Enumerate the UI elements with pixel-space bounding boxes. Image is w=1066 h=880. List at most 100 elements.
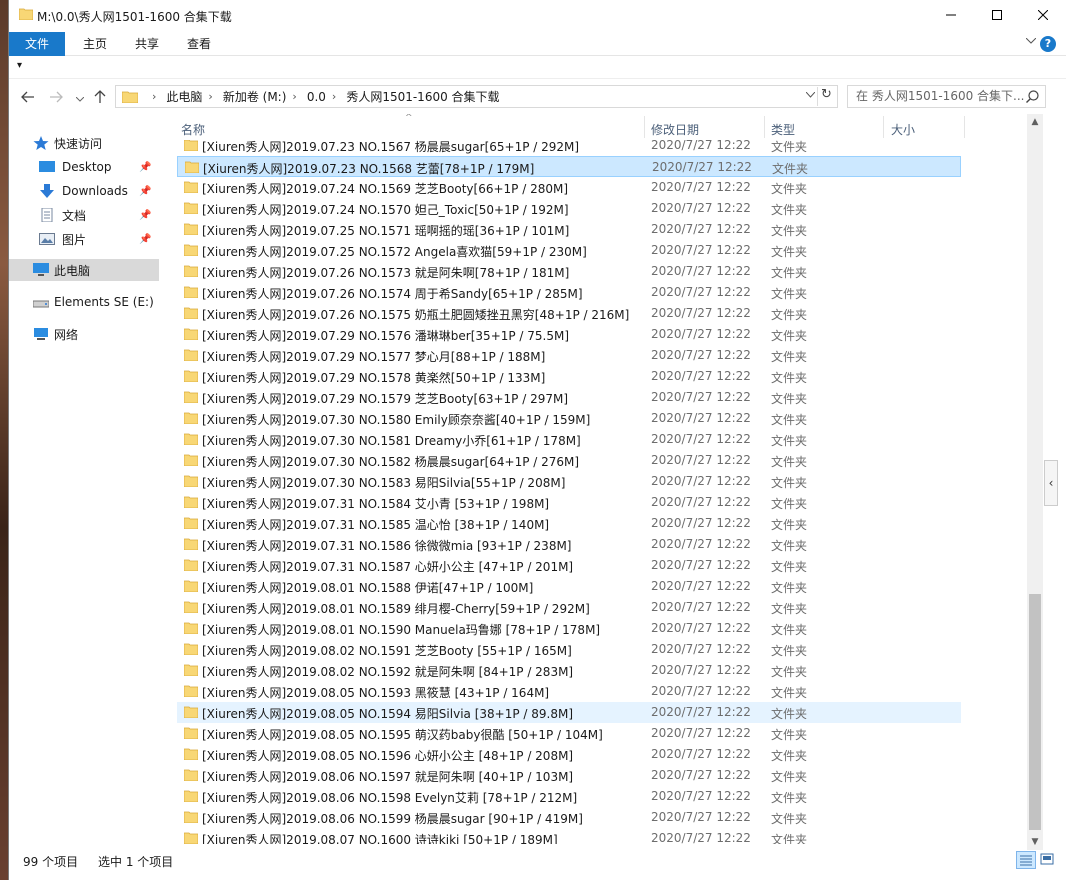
computer-icon	[33, 263, 49, 276]
folder-icon	[184, 769, 198, 781]
breadcrumb-separator[interactable]: ›	[332, 90, 336, 103]
breadcrumb-separator[interactable]: ›	[152, 90, 156, 103]
file-row[interactable]: [Xiuren秀人网]2019.07.30 NO.1582 杨晨晨sugar[6…	[177, 450, 961, 471]
arrow-left-icon	[21, 91, 34, 103]
file-row[interactable]: [Xiuren秀人网]2019.08.02 NO.1592 就是阿朱啊 [84+…	[177, 660, 961, 681]
address-bar[interactable]: › 此电脑 › 新加卷 (M:) › 0.0 › 秀人网1501-1600 合集…	[115, 85, 838, 108]
up-button[interactable]	[91, 88, 109, 106]
column-divider[interactable]	[764, 116, 765, 138]
vertical-scrollbar[interactable]: ▲ ▼	[1027, 114, 1043, 850]
nav-downloads[interactable]: Downloads 📌	[9, 180, 159, 202]
file-row[interactable]: [Xiuren秀人网]2019.07.31 NO.1585 温心怡 [38+1P…	[177, 513, 961, 534]
column-type[interactable]: 类型	[771, 121, 795, 138]
recent-locations-button[interactable]	[71, 90, 89, 108]
file-row[interactable]: [Xiuren秀人网]2019.08.01 NO.1588 伊诺[47+1P /…	[177, 576, 961, 597]
file-row[interactable]: [Xiuren秀人网]2019.07.26 NO.1574 周于希Sandy[6…	[177, 282, 961, 303]
breadcrumb-folder[interactable]: 0.0	[307, 90, 326, 104]
file-row[interactable]: [Xiuren秀人网]2019.07.31 NO.1586 徐微微mia [93…	[177, 534, 961, 555]
nav-drive[interactable]: Elements SE (E:)	[9, 291, 159, 313]
nav-quick-access[interactable]: 快速访问	[9, 132, 159, 154]
nav-desktop[interactable]: Desktop 📌	[9, 156, 159, 178]
file-row[interactable]: [Xiuren秀人网]2019.07.30 NO.1580 Emily顾奈奈酱[…	[177, 408, 961, 429]
file-row[interactable]: [Xiuren秀人网]2019.07.23 NO.1568 艺蕾[78+1P /…	[177, 156, 961, 177]
scroll-up-icon[interactable]: ▲	[1027, 114, 1043, 130]
breadcrumb-this-pc[interactable]: 此电脑	[166, 88, 202, 105]
file-row[interactable]: [Xiuren秀人网]2019.07.29 NO.1577 梦心月[88+1P …	[177, 345, 961, 366]
file-row[interactable]: [Xiuren秀人网]2019.08.05 NO.1594 易阳Silvia […	[177, 702, 961, 723]
pin-icon[interactable]: 📌	[139, 234, 151, 245]
search-input[interactable]: 在 秀人网1501-1600 合集下...	[847, 85, 1046, 108]
column-divider[interactable]	[883, 116, 884, 138]
file-row[interactable]: [Xiuren秀人网]2019.08.05 NO.1593 黑筱慧 [43+1P…	[177, 681, 961, 702]
customize-toolbar-icon[interactable]: ▾	[17, 60, 22, 71]
file-row[interactable]: [Xiuren秀人网]2019.08.01 NO.1589 绯月樱-Cherry…	[177, 597, 961, 618]
file-name: [Xiuren秀人网]2019.07.30 NO.1582 杨晨晨sugar[6…	[202, 455, 580, 469]
back-button[interactable]	[19, 88, 37, 106]
breadcrumb-separator[interactable]: ›	[208, 90, 212, 103]
file-row[interactable]: [Xiuren秀人网]2019.07.29 NO.1579 芝芝Booty[63…	[177, 387, 961, 408]
pin-icon[interactable]: 📌	[139, 186, 151, 197]
close-button[interactable]	[1020, 0, 1066, 30]
chevron-down-icon[interactable]	[1026, 38, 1036, 44]
file-row[interactable]: [Xiuren秀人网]2019.07.25 NO.1572 Angela喜欢猫[…	[177, 240, 961, 261]
file-row[interactable]: [Xiuren秀人网]2019.07.29 NO.1578 黄楽然[50+1P …	[177, 366, 961, 387]
large-icons-view-button[interactable]	[1038, 851, 1058, 869]
file-row[interactable]: [Xiuren秀人网]2019.07.24 NO.1569 芝芝Booty[66…	[177, 177, 961, 198]
file-row[interactable]: [Xiuren秀人网]2019.07.30 NO.1581 Dreamy小乔[6…	[177, 429, 961, 450]
file-row[interactable]: [Xiuren秀人网]2019.08.02 NO.1591 芝芝Booty [5…	[177, 639, 961, 660]
file-row[interactable]: [Xiuren秀人网]2019.08.05 NO.1596 心妍小公主 [48+…	[177, 744, 961, 765]
title-bar[interactable]: M:\0.0\秀人网1501-1600 合集下载	[9, 0, 1066, 30]
pin-icon[interactable]: 📌	[139, 162, 151, 173]
file-name: [Xiuren秀人网]2019.07.29 NO.1578 黄楽然[50+1P …	[202, 371, 546, 385]
address-dropdown-icon[interactable]	[805, 90, 816, 101]
tab-view[interactable]: 查看	[173, 32, 225, 56]
scrollbar-thumb[interactable]	[1029, 594, 1041, 830]
file-row[interactable]: [Xiuren秀人网]2019.08.06 NO.1598 Evelyn艾莉 […	[177, 786, 961, 807]
column-date[interactable]: 修改日期	[651, 121, 699, 138]
breadcrumb-drive[interactable]: 新加卷 (M:)	[223, 88, 287, 105]
file-row[interactable]: [Xiuren秀人网]2019.08.05 NO.1595 萌汉药baby很酷 …	[177, 723, 961, 744]
minimize-button[interactable]	[928, 0, 974, 30]
file-row[interactable]: [Xiuren秀人网]2019.07.29 NO.1576 潘琳琳ber[35+…	[177, 324, 961, 345]
file-row[interactable]: [Xiuren秀人网]2019.07.24 NO.1570 妲己_Toxic[5…	[177, 198, 961, 219]
preview-pane-toggle[interactable]: ‹	[1044, 460, 1058, 506]
nav-network[interactable]: 网络	[9, 323, 159, 345]
column-name[interactable]: 名称	[181, 121, 205, 138]
tab-share[interactable]: 共享	[121, 32, 173, 56]
breadcrumb-current[interactable]: 秀人网1501-1600 合集下载	[346, 88, 499, 105]
pin-icon[interactable]: 📌	[139, 210, 151, 221]
file-row[interactable]: [Xiuren秀人网]2019.07.30 NO.1583 易阳Silvia[5…	[177, 471, 961, 492]
file-row[interactable]: [Xiuren秀人网]2019.07.26 NO.1573 就是阿朱啊[78+1…	[177, 261, 961, 282]
breadcrumb-separator[interactable]: ›	[292, 90, 296, 103]
help-icon[interactable]: ?	[1040, 36, 1056, 52]
file-row[interactable]: [Xiuren秀人网]2019.07.31 NO.1584 艾小青 [53+1P…	[177, 492, 961, 513]
nav-this-pc[interactable]: 此电脑	[9, 259, 159, 281]
file-type: 文件夹	[771, 224, 808, 238]
file-row[interactable]: [Xiuren秀人网]2019.07.25 NO.1571 瑶啊摇的瑶[36+1…	[177, 219, 961, 240]
file-type: 文件夹	[771, 203, 808, 217]
tab-home[interactable]: 主页	[69, 32, 121, 56]
tab-file[interactable]: 文件	[9, 32, 65, 56]
column-divider[interactable]	[964, 116, 965, 138]
nav-documents[interactable]: 文档 📌	[9, 204, 159, 226]
details-view-button[interactable]	[1016, 851, 1036, 869]
nav-pictures[interactable]: 图片 📌	[9, 228, 159, 250]
folder-icon	[184, 622, 198, 634]
file-row[interactable]: [Xiuren秀人网]2019.08.01 NO.1590 Manuela玛鲁娜…	[177, 618, 961, 639]
column-divider[interactable]	[644, 116, 645, 138]
forward-button[interactable]	[47, 88, 65, 106]
refresh-icon[interactable]: ↻	[817, 87, 835, 106]
maximize-button[interactable]	[974, 0, 1020, 30]
ribbon: 文件 主页 共享 查看 ?	[9, 30, 1066, 56]
file-row[interactable]: [Xiuren秀人网]2019.07.31 NO.1587 心妍小公主 [47+…	[177, 555, 961, 576]
file-row[interactable]: [Xiuren秀人网]2019.08.07 NO.1600 诗诗kiki [50…	[177, 828, 961, 844]
file-date: 2020/7/27 12:22	[651, 390, 751, 404]
file-type: 文件夹	[771, 707, 808, 721]
file-row[interactable]: [Xiuren秀人网]2019.08.06 NO.1599 杨晨晨sugar […	[177, 807, 961, 828]
file-type: 文件夹	[771, 266, 808, 280]
file-row[interactable]: [Xiuren秀人网]2019.07.26 NO.1575 奶瓶土肥圆矮挫丑黑穷…	[177, 303, 961, 324]
navigation-bar: › 此电脑 › 新加卷 (M:) › 0.0 › 秀人网1501-1600 合集…	[9, 80, 1066, 114]
column-size[interactable]: 大小	[891, 121, 915, 138]
file-row[interactable]: [Xiuren秀人网]2019.08.06 NO.1597 就是阿朱啊 [40+…	[177, 765, 961, 786]
folder-icon	[184, 538, 198, 550]
